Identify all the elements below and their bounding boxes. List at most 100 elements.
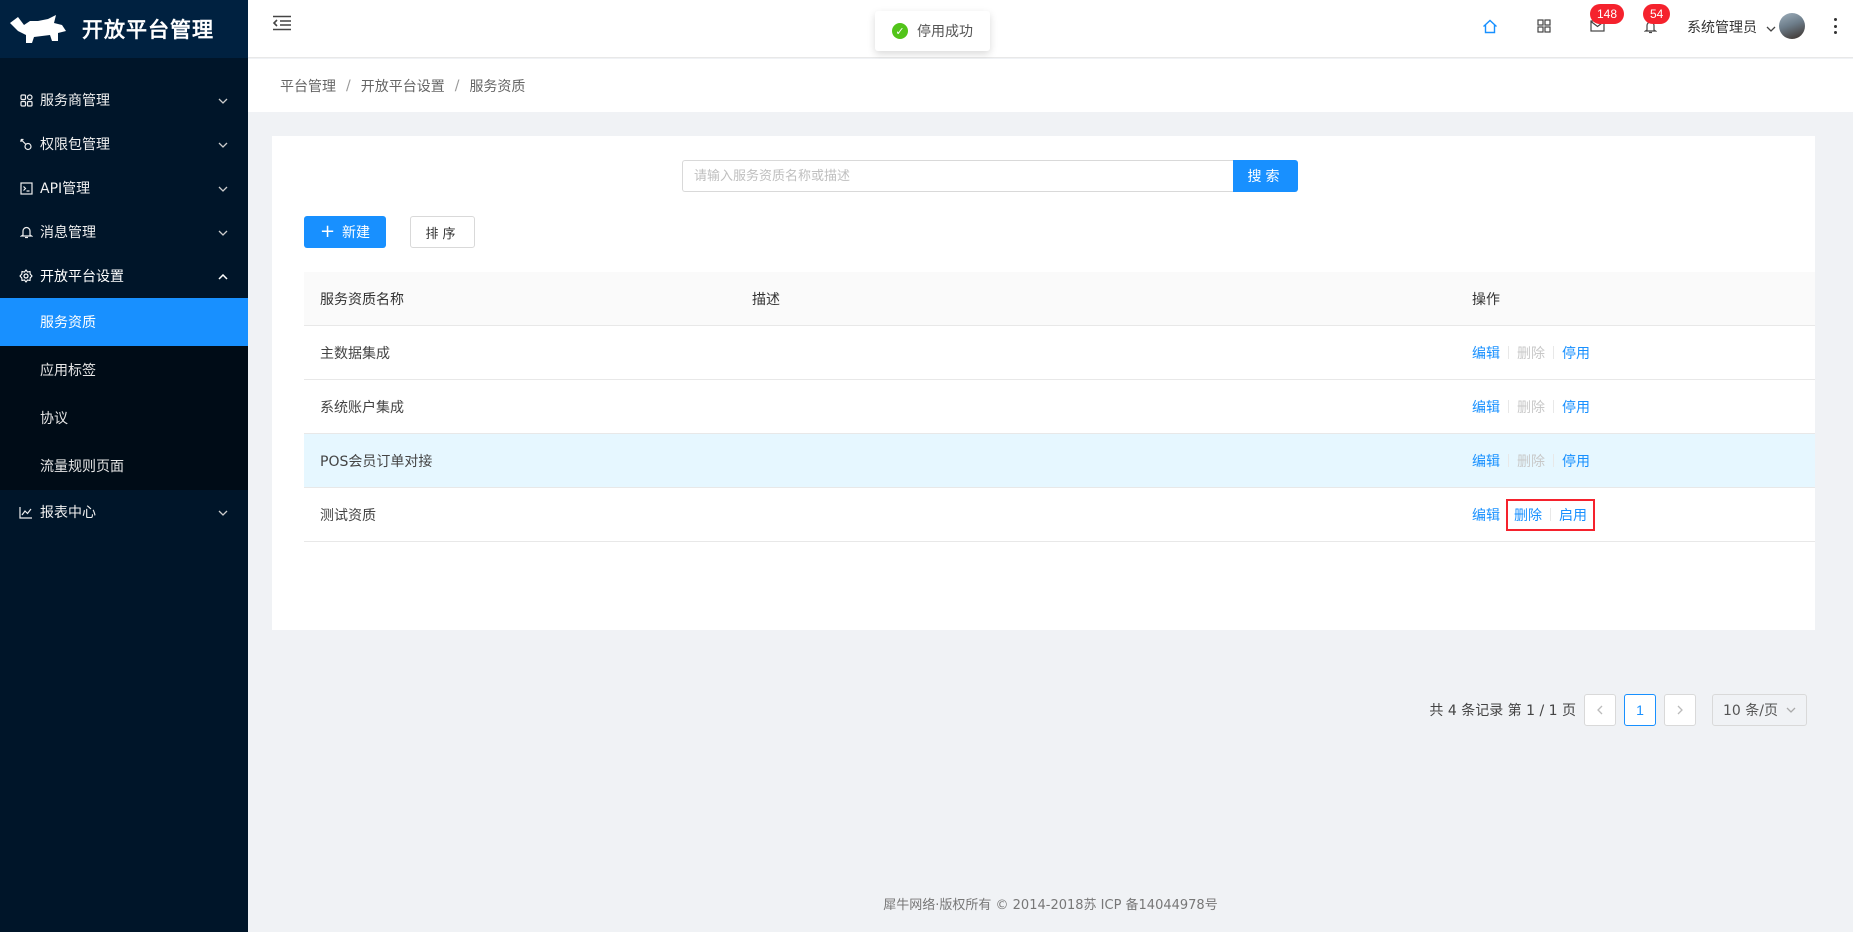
sort-button[interactable]: 排序 [410, 216, 475, 248]
key-icon [18, 136, 34, 152]
table-header: 服务资质名称 描述 操作 [304, 272, 1815, 326]
bell-icon[interactable]: 54 [1641, 4, 1671, 35]
content-card: 搜索 + 新建 排序 服务资质名称 描述 操作 主数据集成 编辑 删除 停用 系… [272, 136, 1815, 726]
breadcrumb-item-settings[interactable]: 开放平台设置 [361, 76, 445, 96]
gear-icon [18, 268, 34, 284]
sidebar-menu: 服务商管理 权限包管理 API管理 消息管理 开放平台设置 服务资质 应用标签 … [0, 78, 248, 534]
enable-link[interactable]: 启用 [1559, 505, 1587, 525]
sidebar-item-api[interactable]: API管理 [0, 166, 248, 210]
delete-link: 删除 [1517, 399, 1545, 416]
qualification-table: 服务资质名称 描述 操作 主数据集成 编辑 删除 停用 系统账户集成 编辑 删除 [304, 272, 1815, 726]
sidebar-item-label: API管理 [40, 181, 91, 197]
action-divider [1550, 508, 1551, 521]
disable-link[interactable]: 停用 [1562, 343, 1590, 363]
sidebar: 开放平台管理 服务商管理 权限包管理 API管理 消息管理 开放平台设置 服务资… [0, 0, 248, 932]
plus-icon: + [319, 221, 336, 242]
mail-icon[interactable]: 148 [1588, 4, 1625, 35]
new-button-label: 新建 [342, 225, 371, 241]
edit-link[interactable]: 编辑 [1472, 451, 1500, 471]
delete-link[interactable]: 删除 [1514, 505, 1542, 525]
sidebar-item-permission[interactable]: 权限包管理 [0, 122, 248, 166]
cell-name: 系统账户集成 [320, 399, 404, 416]
sidebar-item-label: 报表中心 [40, 505, 96, 521]
cell-actions: 编辑 删除 停用 [1456, 451, 1815, 471]
sidebar-item-message[interactable]: 消息管理 [0, 210, 248, 254]
action-divider [1553, 454, 1554, 467]
sidebar-subitem-agreement[interactable]: 协议 [0, 394, 248, 442]
new-button[interactable]: + 新建 [304, 216, 386, 248]
page-number[interactable]: 1 [1624, 694, 1656, 726]
pagination: 共 4 条记录 第 1 / 1 页 1 10 条/页 [1429, 694, 1807, 726]
grid-icon[interactable] [1535, 17, 1553, 35]
delete-link: 删除 [1517, 345, 1545, 362]
notification-badge: 54 [1643, 4, 1671, 24]
table-row: 主数据集成 编辑 删除 停用 [304, 326, 1815, 380]
next-page-button[interactable] [1664, 694, 1696, 726]
chevron-right-icon [1677, 705, 1683, 715]
cell-name: POS会员订单对接 [320, 453, 433, 470]
bell-icon [18, 224, 34, 240]
chevron-down-icon [218, 92, 228, 108]
sidebar-item-provider[interactable]: 服务商管理 [0, 78, 248, 122]
submenu-platform-settings: 服务资质 应用标签 协议 流量规则页面 [0, 298, 248, 490]
cell-name: 主数据集成 [320, 345, 390, 362]
column-header-name: 服务资质名称 [320, 291, 404, 308]
success-toast: ✓ 停用成功 [875, 11, 990, 51]
sidebar-item-platform-settings[interactable]: 开放平台设置 [0, 254, 248, 298]
action-divider [1508, 346, 1509, 359]
disable-link[interactable]: 停用 [1562, 451, 1590, 471]
home-icon[interactable] [1481, 17, 1499, 35]
user-name[interactable]: 系统管理员 [1687, 17, 1757, 37]
rhino-logo-icon [10, 15, 66, 43]
breadcrumb: 平台管理 / 开放平台设置 / 服务资质 [248, 59, 1853, 112]
column-header-desc: 描述 [752, 291, 780, 308]
menu-fold-icon[interactable] [272, 15, 294, 33]
highlight-box: 删除 启用 [1506, 498, 1595, 531]
delete-link: 删除 [1517, 453, 1545, 470]
pagination-summary: 共 4 条记录 第 1 / 1 页 [1429, 703, 1576, 719]
page-size-value: 10 条/页 [1723, 703, 1778, 719]
edit-link[interactable]: 编辑 [1472, 397, 1500, 417]
chevron-down-icon [218, 504, 228, 520]
chart-icon [18, 504, 34, 520]
footer-copyright: 犀牛网络·版权所有 © 2014-2018苏 ICP 备14044978号 [883, 898, 1218, 913]
sidebar-subitem-traffic-rules[interactable]: 流量规则页面 [0, 442, 248, 490]
sidebar-subitem-app-tags[interactable]: 应用标签 [0, 346, 248, 394]
avatar[interactable] [1779, 13, 1805, 39]
cell-actions: 编辑 删除 启用 [1456, 498, 1815, 531]
table-row: 系统账户集成 编辑 删除 停用 [304, 380, 1815, 434]
edit-link[interactable]: 编辑 [1472, 505, 1500, 525]
cell-actions: 编辑 删除 停用 [1456, 343, 1815, 363]
breadcrumb-separator: / [454, 77, 460, 94]
check-circle-icon: ✓ [892, 23, 908, 39]
sidebar-item-label: 权限包管理 [40, 137, 110, 153]
chevron-left-icon [1597, 705, 1603, 715]
code-icon [18, 180, 34, 196]
toast-message: 停用成功 [917, 24, 973, 40]
cell-name: 测试资质 [320, 507, 376, 524]
chevron-down-icon [218, 224, 228, 240]
more-vertical-icon[interactable] [1833, 18, 1837, 34]
page-size-select[interactable]: 10 条/页 [1712, 694, 1807, 726]
sidebar-item-label: 消息管理 [40, 225, 96, 241]
chevron-down-icon[interactable] [1766, 20, 1776, 36]
search-input[interactable] [682, 160, 1234, 192]
action-divider [1508, 454, 1509, 467]
table-row: POS会员订单对接 编辑 删除 停用 [304, 434, 1815, 488]
chevron-down-icon [1786, 707, 1796, 713]
disable-link[interactable]: 停用 [1562, 397, 1590, 417]
top-header: ✓ 停用成功 148 54 系统管理员 [248, 0, 1853, 58]
apps-icon [18, 92, 34, 108]
sidebar-subitem-service-qualification[interactable]: 服务资质 [0, 298, 248, 346]
action-divider [1553, 346, 1554, 359]
column-header-actions: 操作 [1472, 291, 1500, 308]
sidebar-item-label: 开放平台设置 [40, 269, 124, 285]
edit-link[interactable]: 编辑 [1472, 343, 1500, 363]
chevron-down-icon [218, 180, 228, 196]
search-button[interactable]: 搜索 [1233, 160, 1298, 192]
sidebar-item-report[interactable]: 报表中心 [0, 490, 248, 534]
prev-page-button[interactable] [1584, 694, 1616, 726]
mail-badge: 148 [1590, 4, 1625, 24]
breadcrumb-item-platform[interactable]: 平台管理 [280, 76, 336, 96]
logo[interactable]: 开放平台管理 [0, 0, 248, 58]
